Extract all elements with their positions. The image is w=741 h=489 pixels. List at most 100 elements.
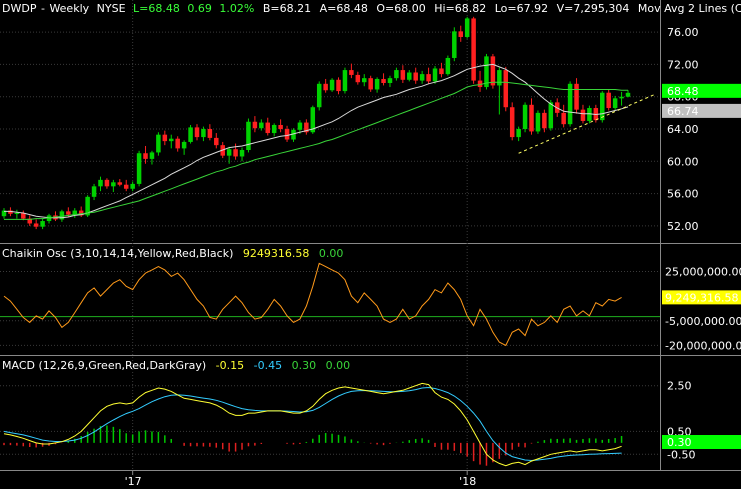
candle xyxy=(149,150,155,165)
candle-body xyxy=(542,112,547,129)
candle-body xyxy=(239,150,245,157)
candle xyxy=(169,134,174,149)
candle-body xyxy=(329,79,335,91)
candle-body xyxy=(136,153,142,184)
candle xyxy=(516,126,521,142)
candle xyxy=(413,67,418,84)
candle-body xyxy=(181,141,187,149)
last-price-tag: 68.48 xyxy=(662,83,741,98)
header-volume: V=7,295,304 xyxy=(557,2,630,15)
candle-body xyxy=(169,138,174,142)
ma-value-tag-text: 66.74 xyxy=(667,105,699,118)
candle-body xyxy=(349,70,354,75)
candle xyxy=(464,16,470,39)
price-tick-label: 72.00 xyxy=(667,58,699,71)
stock-chart-window: DWDP - Weekly NYSE L=68.48 0.69 1.02% B=… xyxy=(0,0,741,489)
candle xyxy=(394,67,399,81)
macd-signal-line xyxy=(3,386,622,462)
candle-body xyxy=(452,31,457,58)
header-last: L=68.48 xyxy=(133,2,180,15)
candle-body xyxy=(445,57,451,75)
candle-body xyxy=(323,83,328,91)
candle-body xyxy=(98,179,103,187)
candle xyxy=(156,132,161,156)
candle xyxy=(619,91,624,106)
candle-body xyxy=(259,122,264,129)
candle xyxy=(226,146,232,164)
candle xyxy=(445,55,451,76)
candle-body xyxy=(188,127,193,142)
candle-body xyxy=(529,104,534,132)
candle xyxy=(72,208,78,218)
chaikin-tick-label: -5,000,000.00 xyxy=(665,315,741,328)
candle-body xyxy=(271,124,277,134)
chaikin-value-1: 9249316.58 xyxy=(243,247,309,260)
chaikin-label: Chaikin Osc (3,10,14,14,Yellow,Red,Black… xyxy=(2,247,233,260)
price-y-axis: 76.0072.0068.0064.0060.0056.0052.00 xyxy=(667,26,699,233)
candle xyxy=(214,133,219,149)
candle xyxy=(419,70,425,84)
candle xyxy=(522,102,528,133)
candle-body xyxy=(419,74,425,81)
candle xyxy=(40,218,45,230)
candle xyxy=(361,74,367,87)
moving-average-fast-line xyxy=(4,63,629,219)
chaikin-y-axis: 25,000,000.00 -5,000,000.00 -20,000,000.00 xyxy=(665,266,741,353)
candle-body xyxy=(297,122,303,130)
candle xyxy=(497,67,502,115)
candle xyxy=(291,128,296,142)
candle-body xyxy=(336,79,341,92)
candle xyxy=(14,209,20,219)
candle xyxy=(567,81,573,127)
candle-body xyxy=(162,134,168,142)
macd-value-2: -0.45 xyxy=(254,359,282,372)
header-change-pct: 1.02% xyxy=(219,2,254,15)
candle-body xyxy=(548,102,554,129)
candle-body xyxy=(143,153,148,159)
candle xyxy=(316,81,322,111)
candle xyxy=(278,119,283,133)
header-ask: A=68.48 xyxy=(320,2,368,15)
candle xyxy=(233,143,238,160)
price-header: DWDP - Weekly NYSE L=68.48 0.69 1.02% B=… xyxy=(2,2,741,15)
candle xyxy=(503,66,509,112)
candle-body xyxy=(207,129,213,138)
candle-body xyxy=(490,56,496,86)
candle-body xyxy=(368,78,373,90)
chaikin-tick-label: -20,000,000.00 xyxy=(665,339,741,352)
candle-body xyxy=(394,70,399,79)
candle xyxy=(239,147,245,162)
chart-canvas[interactable]: DWDP - Weekly NYSE L=68.48 0.69 1.02% B=… xyxy=(0,0,741,489)
price-tick-label: 56.00 xyxy=(667,188,699,201)
candle xyxy=(381,73,386,86)
candle-body xyxy=(156,134,161,153)
candlesticks xyxy=(1,16,631,230)
candle-body xyxy=(625,92,631,97)
header-period-label: Weekly xyxy=(49,2,89,15)
chaikin-value-tag-text: 9,249,316.58 xyxy=(665,291,738,304)
candle xyxy=(374,77,380,93)
candle-body xyxy=(316,83,322,108)
candle-body xyxy=(413,72,418,81)
header-period: - xyxy=(41,2,45,15)
candle-body xyxy=(33,223,39,227)
candle-body xyxy=(439,68,444,75)
macd-tick-label: -0.50 xyxy=(667,448,695,461)
candle xyxy=(130,181,135,192)
macd-tick-label: 2.50 xyxy=(667,380,692,393)
candle xyxy=(484,53,489,90)
candle-body xyxy=(535,112,541,132)
header-exchange: NYSE xyxy=(97,2,126,15)
candle xyxy=(509,102,515,141)
candle xyxy=(600,91,605,123)
price-tick-label: 52.00 xyxy=(667,220,699,233)
candle-body xyxy=(278,124,283,130)
candle xyxy=(104,178,110,189)
chaikin-oscillator-line xyxy=(3,262,622,347)
header-study: Mov Avg 2 Lines (Close xyxy=(638,2,741,15)
candle xyxy=(432,66,438,84)
candle xyxy=(342,67,348,94)
macd-value-3: 0.30 xyxy=(292,359,317,372)
candle-body xyxy=(104,179,110,187)
candle xyxy=(477,70,483,92)
